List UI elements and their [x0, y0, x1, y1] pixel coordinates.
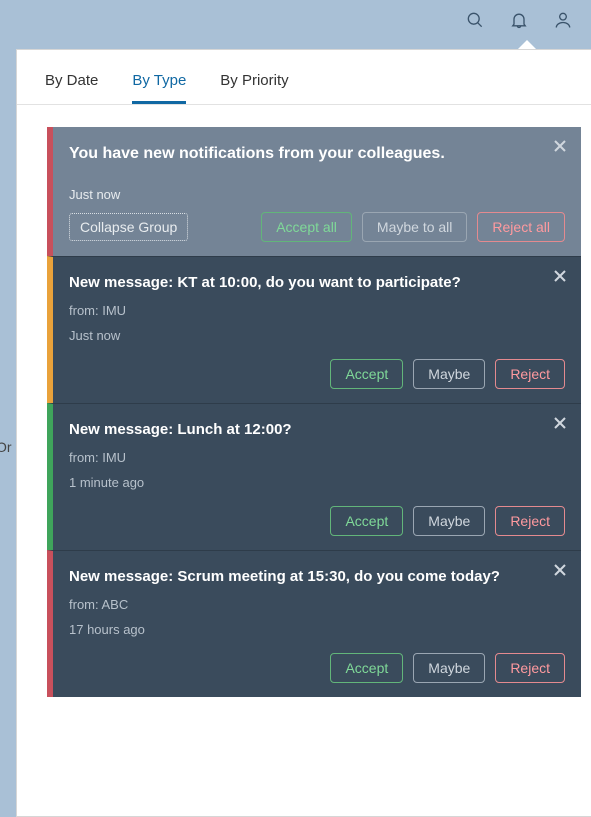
- tab-by-priority[interactable]: By Priority: [220, 72, 288, 104]
- notification-time: 1 minute ago: [69, 475, 565, 490]
- notification-actions: Accept Maybe Reject: [69, 506, 565, 536]
- notification-title: New message: Scrum meeting at 15:30, do …: [69, 567, 505, 587]
- bg-frag-0: Or: [0, 438, 12, 458]
- reject-all-button[interactable]: Reject all: [477, 212, 565, 242]
- notification-time: Just now: [69, 328, 565, 343]
- accept-button[interactable]: Accept: [330, 653, 403, 683]
- reject-button[interactable]: Reject: [495, 506, 565, 536]
- user-icon[interactable]: [553, 10, 573, 30]
- close-icon[interactable]: [551, 137, 569, 155]
- notification-time: 17 hours ago: [69, 622, 565, 637]
- accept-button[interactable]: Accept: [330, 506, 403, 536]
- tab-strip: By Date By Type By Priority: [17, 50, 591, 105]
- notification-actions: Accept Maybe Reject: [69, 653, 565, 683]
- topbar: [0, 0, 591, 40]
- notification-card: New message: Scrum meeting at 15:30, do …: [47, 550, 581, 697]
- collapse-group-button[interactable]: Collapse Group: [69, 213, 188, 241]
- notification-from: from: IMU: [69, 303, 565, 318]
- tab-by-date[interactable]: By Date: [45, 72, 98, 104]
- group-time: Just now: [69, 187, 565, 202]
- search-icon[interactable]: [465, 10, 485, 30]
- background-text: Or ): [0, 438, 12, 477]
- reject-button[interactable]: Reject: [495, 653, 565, 683]
- notification-from: from: IMU: [69, 450, 565, 465]
- maybe-all-button[interactable]: Maybe to all: [362, 212, 467, 242]
- notification-title: New message: Lunch at 12:00?: [69, 420, 505, 440]
- accept-all-button[interactable]: Accept all: [261, 212, 352, 242]
- notification-card: New message: KT at 10:00, do you want to…: [47, 256, 581, 403]
- maybe-button[interactable]: Maybe: [413, 359, 485, 389]
- tab-by-type[interactable]: By Type: [132, 72, 186, 104]
- close-icon[interactable]: [551, 561, 569, 579]
- bg-frag-1: ): [0, 458, 12, 478]
- maybe-button[interactable]: Maybe: [413, 506, 485, 536]
- close-icon[interactable]: [551, 267, 569, 285]
- bell-icon[interactable]: [509, 10, 529, 30]
- notification-from: from: ABC: [69, 597, 565, 612]
- notification-card: New message: Lunch at 12:00? from: IMU 1…: [47, 403, 581, 550]
- group-actions: Collapse Group Accept all Maybe to all R…: [69, 212, 565, 242]
- reject-button[interactable]: Reject: [495, 359, 565, 389]
- group-title: You have new notifications from your col…: [69, 143, 496, 165]
- notifications-panel: By Date By Type By Priority You have new…: [16, 49, 591, 817]
- notifications-scroll[interactable]: You have new notifications from your col…: [17, 105, 591, 816]
- maybe-button[interactable]: Maybe: [413, 653, 485, 683]
- notification-actions: Accept Maybe Reject: [69, 359, 565, 389]
- notification-title: New message: KT at 10:00, do you want to…: [69, 273, 505, 293]
- close-icon[interactable]: [551, 414, 569, 432]
- accept-button[interactable]: Accept: [330, 359, 403, 389]
- group-header: You have new notifications from your col…: [47, 127, 581, 256]
